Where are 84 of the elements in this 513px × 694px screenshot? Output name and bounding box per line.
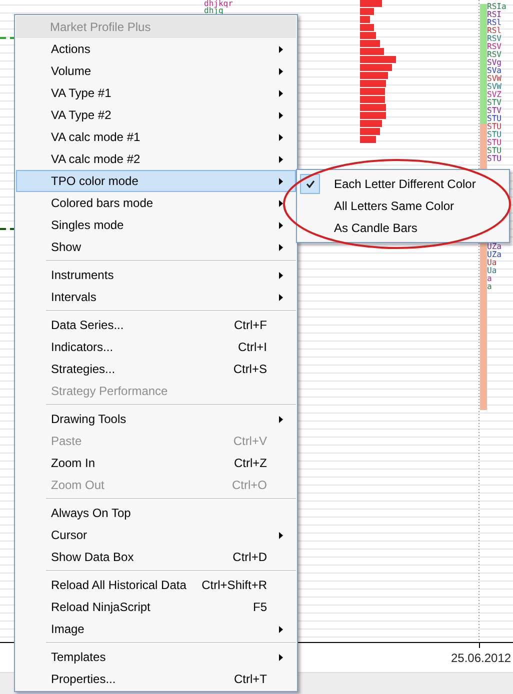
menu-item[interactable]: Properties... Ctrl+T <box>16 668 296 690</box>
menu-item[interactable]: Singles mode <box>16 214 296 236</box>
menu-item[interactable]: Intervals <box>16 286 296 308</box>
tpo-letters: dhjkqr <box>204 0 233 7</box>
submenu-arrow-icon <box>279 112 283 118</box>
menu-item[interactable]: Cursor <box>16 524 296 546</box>
tpo-letters: RSIa <box>487 3 506 11</box>
menu-item[interactable]: Strategies... Ctrl+S <box>16 358 296 380</box>
tpo-letters: SVa <box>487 67 502 75</box>
menu-title: Market Profile Plus <box>16 16 296 38</box>
submenu-arrow-icon <box>279 90 283 96</box>
menu-item[interactable]: VA calc mode #1 <box>16 126 296 148</box>
shortcut-label: Ctrl+V <box>233 434 267 448</box>
tpo-letters: RSl <box>487 19 502 27</box>
menu-item[interactable]: Always On Top <box>16 502 296 524</box>
tpo-letters: RSV <box>487 35 502 43</box>
submenu-arrow-icon <box>279 244 283 250</box>
menu-item[interactable]: Instruments <box>16 264 296 286</box>
tpo-letters: dhjq <box>204 7 224 14</box>
submenu-arrow-icon <box>279 46 283 52</box>
tpo-letters: a <box>487 275 493 283</box>
menu-item[interactable]: Zoom In Ctrl+Z <box>16 452 296 474</box>
date-label: 25.06.2012 <box>451 651 512 665</box>
menu-item[interactable]: Indicators... Ctrl+I <box>16 336 296 358</box>
menu-item[interactable]: VA Type #1 <box>16 82 296 104</box>
menu-item[interactable]: Drawing Tools <box>16 408 296 430</box>
tpo-letters: SVW <box>487 75 502 83</box>
tpo-letters: STU <box>487 139 502 147</box>
tpo-letters: STU <box>487 147 502 155</box>
tpo-letters: Ua <box>487 267 498 275</box>
tpo-letters: Ua <box>487 259 498 267</box>
shortcut-label: Ctrl+D <box>232 550 267 564</box>
menu-item[interactable]: VA calc mode #2 <box>16 148 296 170</box>
menu-item[interactable]: Data Series... Ctrl+F <box>16 314 296 336</box>
tpo-letters: STU <box>487 155 502 163</box>
tpo-letters: RSV <box>487 43 502 51</box>
submenu-arrow-icon <box>279 626 283 632</box>
shortcut-label: Ctrl+F <box>234 318 267 332</box>
submenu-arrow-icon <box>279 134 283 140</box>
tpo-letters: RSV <box>487 51 502 59</box>
tpo-letters: a <box>487 283 493 291</box>
menu-item[interactable]: Image <box>16 618 296 640</box>
tpo-letters: SVZ <box>487 91 502 99</box>
menu-item[interactable]: As Candle Bars <box>298 217 508 239</box>
tpo-letters: RSl <box>487 27 502 35</box>
submenu-arrow-icon <box>279 222 283 228</box>
tpo-letters: STU <box>487 115 502 123</box>
tpo-letters: SVg <box>487 59 502 67</box>
menu-item[interactable]: Show <box>16 236 296 258</box>
menu-item[interactable]: VA Type #2 <box>16 104 296 126</box>
menu-item[interactable]: Each Letter Different Color <box>298 173 508 195</box>
menu-item[interactable]: Volume <box>16 60 296 82</box>
shortcut-label: Ctrl+O <box>232 478 267 492</box>
submenu-arrow-icon <box>279 68 283 74</box>
submenu-arrow-icon <box>279 294 283 300</box>
menu-item[interactable]: Reload All Historical Data Ctrl+Shift+R <box>16 574 296 596</box>
menu-item[interactable]: TPO color mode <box>16 170 296 192</box>
submenu-arrow-icon <box>279 178 283 184</box>
menu-item[interactable]: Reload NinjaScript F5 <box>16 596 296 618</box>
shortcut-label: Ctrl+S <box>233 362 267 376</box>
shortcut-label: Ctrl+Shift+R <box>202 578 267 592</box>
tpo-letters: STU <box>487 131 502 139</box>
tpo-letters: RSI <box>487 11 502 19</box>
menu-item[interactable]: All Letters Same Color <box>298 195 508 217</box>
menu-item[interactable]: Show Data Box Ctrl+D <box>16 546 296 568</box>
shortcut-label: Ctrl+Z <box>234 456 267 470</box>
submenu-arrow-icon <box>279 156 283 162</box>
menu-item[interactable]: Actions <box>16 38 296 60</box>
tpo-letters: SVW <box>487 83 502 91</box>
submenu-arrow-icon <box>279 200 283 206</box>
shortcut-label: F5 <box>252 600 267 614</box>
tpo-letters: STU <box>487 123 502 131</box>
tpo-letters: STV <box>487 107 502 115</box>
tpo-letters: UZa <box>487 251 502 259</box>
submenu-arrow-icon <box>279 272 283 278</box>
submenu-arrow-icon <box>279 532 283 538</box>
submenu-arrow-icon <box>279 654 283 660</box>
submenu-arrow-icon <box>279 416 283 422</box>
tpo-letters: UZa <box>487 243 502 251</box>
tpo-letters: STV <box>487 99 502 107</box>
menu-item[interactable]: Colored bars mode <box>16 192 296 214</box>
shortcut-label: Ctrl+T <box>234 672 267 686</box>
shortcut-label: Ctrl+I <box>238 340 267 354</box>
menu-item[interactable]: Templates <box>16 646 296 668</box>
